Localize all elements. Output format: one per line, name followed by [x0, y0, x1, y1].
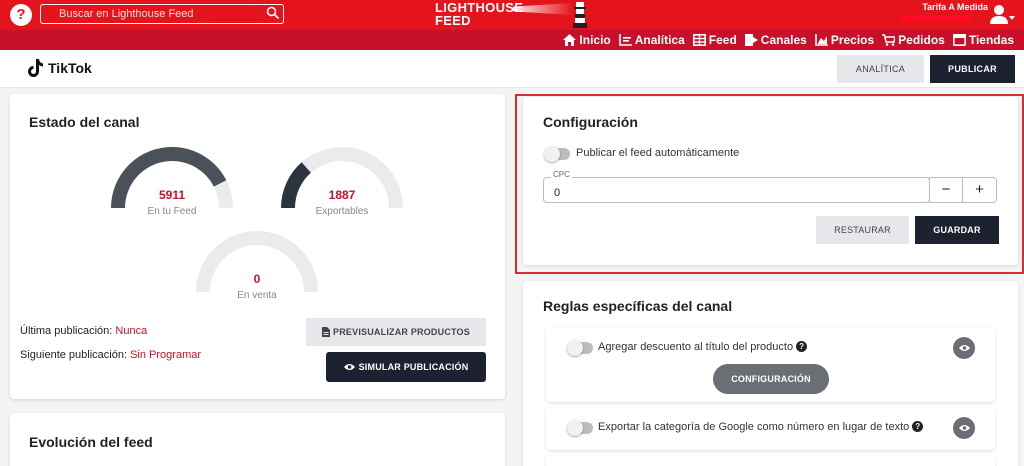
nav-item-pedidos[interactable]: Pedidos: [882, 33, 945, 47]
ultima-publicacion-value: Nunca: [115, 325, 148, 337]
lighthouse-icon: [573, 2, 587, 28]
cpc-input[interactable]: [543, 177, 930, 203]
gauge-en-venta: 0 En venta: [195, 230, 319, 350]
reglas-title: Reglas específicas del canal: [543, 298, 733, 314]
ultima-publicacion: Última publicación: Nunca: [20, 325, 148, 337]
siguiente-publicacion-value: Sin Programar: [130, 349, 202, 361]
simular-publicacion-button[interactable]: SIMULAR PUBLICACIÓN: [326, 352, 486, 382]
page-header: TikTok ANALÍTICA PUBLICAR: [0, 50, 1024, 88]
store-icon: [952, 34, 966, 46]
rule-label: Agregar descuento al título del producto…: [598, 341, 808, 353]
rule-toggle-descuento[interactable]: [567, 340, 593, 356]
auto-publish-toggle[interactable]: [544, 146, 570, 162]
gauge-value: 1887: [328, 188, 356, 202]
home-icon: [563, 34, 577, 46]
nav-item-canales[interactable]: Canales: [744, 33, 807, 47]
nav-bar: Inicio Analítica Feed Canales Precios Pe…: [0, 30, 1024, 50]
chart-icon: [815, 34, 828, 46]
rule-preview-button[interactable]: [953, 337, 975, 359]
tiktok-logo-icon: [28, 59, 43, 77]
nav-item-tiendas[interactable]: Tiendas: [952, 33, 1014, 47]
nav-item-inicio[interactable]: Inicio: [563, 33, 611, 47]
rule-row: [546, 456, 995, 466]
restaurar-button[interactable]: RESTAURAR: [816, 216, 909, 244]
page-title: TikTok: [48, 60, 92, 76]
cart-icon: [882, 34, 896, 46]
search-icon[interactable]: [266, 6, 280, 20]
eye-icon: [343, 364, 355, 370]
gauge-label: En tu Feed: [147, 206, 197, 217]
table-icon: [692, 34, 706, 46]
gauge-label: En venta: [237, 290, 277, 301]
help-icon[interactable]: ?: [912, 421, 924, 432]
rule-configuracion-button[interactable]: CONFIGURACIÓN: [713, 364, 829, 394]
nav-item-precios[interactable]: Precios: [815, 33, 874, 47]
eye-icon: [958, 425, 970, 431]
lighthouse-feed-logo[interactable]: LIGHTHOUSE FEED: [433, 0, 593, 30]
plan-label: Tarifa A Medida: [922, 2, 988, 12]
configuracion-title: Configuración: [543, 114, 638, 130]
analytics-icon: [618, 34, 632, 46]
previsualizar-productos-button[interactable]: PREVISUALIZAR PRODUCTOS: [306, 318, 486, 346]
channels-icon: [744, 34, 758, 46]
evolucion-title: Evolución del feed: [29, 434, 153, 450]
nav-item-analitica[interactable]: Analítica: [618, 33, 685, 47]
gauge-label: Exportables: [315, 206, 369, 217]
analitica-button[interactable]: ANALÍTICA: [837, 55, 924, 83]
main-nav: Inicio Analítica Feed Canales Precios Pe…: [563, 30, 1014, 50]
top-bar: ? LIGHTHOUSE FEED Tarifa A Medida: [0, 0, 1024, 30]
gauge-value: 0: [253, 272, 261, 286]
nav-item-feed[interactable]: Feed: [692, 33, 737, 47]
search-input[interactable]: [40, 4, 284, 24]
publicar-button[interactable]: PUBLICAR: [930, 55, 1015, 83]
help-icon[interactable]: ?: [796, 341, 808, 352]
logo-text: LIGHTHOUSE FEED: [435, 0, 524, 28]
eye-icon: [958, 345, 970, 351]
gauge-value: 5911: [158, 188, 186, 202]
cpc-decrement-button[interactable]: −: [929, 177, 963, 203]
cpc-label: CPC: [551, 170, 572, 179]
cpc-increment-button[interactable]: +: [963, 177, 997, 203]
rule-preview-button[interactable]: [953, 417, 975, 439]
file-icon: [322, 327, 331, 337]
auto-publish-label: Publicar el feed automáticamente: [576, 147, 740, 159]
guardar-button[interactable]: GUARDAR: [915, 216, 999, 244]
user-menu-icon[interactable]: [990, 4, 1016, 26]
help-button[interactable]: ?: [10, 4, 32, 26]
redacted-account: [900, 15, 972, 21]
siguiente-publicacion: Siguiente publicación: Sin Programar: [20, 349, 202, 361]
estado-title: Estado del canal: [29, 114, 140, 130]
rule-label: Exportar la categoría de Google como núm…: [598, 421, 924, 433]
rule-toggle-categoria[interactable]: [567, 420, 593, 436]
